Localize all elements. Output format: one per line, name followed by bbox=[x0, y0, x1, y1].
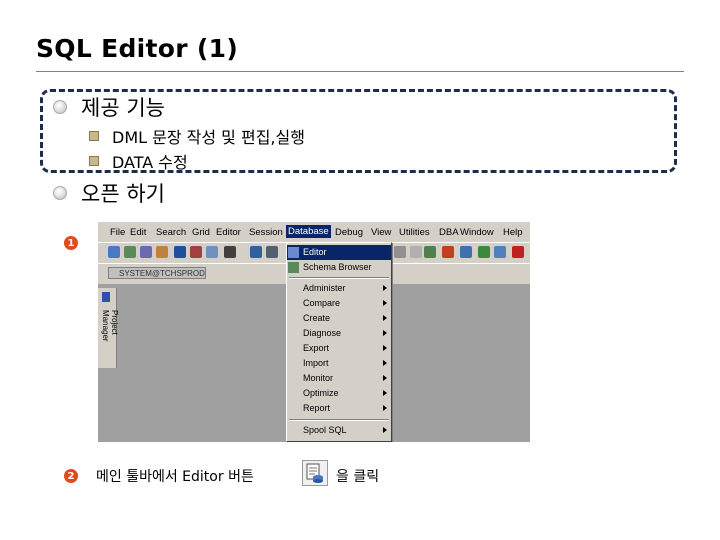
database-menu: Editor Schema Browser Administer Compare… bbox=[286, 242, 392, 442]
menu-separator bbox=[289, 419, 389, 421]
menu-item-create[interactable]: Create bbox=[287, 311, 391, 326]
sql-editor-icon[interactable] bbox=[108, 246, 120, 258]
submenu-arrow-icon bbox=[383, 390, 387, 396]
menu-item-label: Compare bbox=[303, 298, 341, 308]
menu-item-label: Editor bbox=[303, 247, 327, 257]
db-icon[interactable] bbox=[478, 246, 490, 258]
sub-bullet-data-text: DATA 수정 bbox=[112, 153, 188, 172]
editor-icon bbox=[288, 247, 299, 258]
submenu-arrow-icon bbox=[383, 345, 387, 351]
submenu-arrow-icon bbox=[383, 330, 387, 336]
menu-dba[interactable]: DBA bbox=[439, 227, 459, 238]
menu-help[interactable]: Help bbox=[503, 227, 523, 238]
menu-item-optimize[interactable]: Optimize bbox=[287, 386, 391, 401]
menu-item-compare[interactable]: Compare bbox=[287, 296, 391, 311]
bullet-features-text: 제공 기능 bbox=[81, 96, 165, 120]
menu-edit[interactable]: Edit bbox=[130, 227, 146, 238]
rollback-icon[interactable] bbox=[460, 246, 472, 258]
menu-utilities[interactable]: Utilities bbox=[399, 227, 430, 238]
sub-bullet-dml-text: DML 문장 작성 및 편집,실행 bbox=[112, 128, 305, 147]
db-icon[interactable] bbox=[494, 246, 506, 258]
monitor-icon[interactable] bbox=[250, 246, 262, 258]
menu-item-label: Diagnose bbox=[303, 328, 342, 338]
menu-item-schema-browser[interactable]: Schema Browser bbox=[287, 260, 391, 275]
menu-item-diagnose[interactable]: Diagnose bbox=[287, 326, 391, 341]
menu-grid[interactable]: Grid bbox=[192, 227, 210, 238]
explain-plan-icon[interactable] bbox=[206, 246, 218, 258]
bullet-open-text: 오픈 하기 bbox=[81, 182, 165, 206]
menu-item-report[interactable]: Report bbox=[287, 401, 391, 416]
submenu-arrow-icon bbox=[383, 427, 387, 433]
sub-bullet-data: DATA 수정 bbox=[89, 149, 188, 173]
bullet-features: 제공 기능 bbox=[53, 92, 165, 122]
menu-search[interactable]: Search bbox=[156, 227, 186, 238]
menu-editor[interactable]: Editor bbox=[216, 227, 241, 238]
report-icon[interactable] bbox=[266, 246, 278, 258]
menu-item-label: Optimize bbox=[303, 388, 339, 398]
menu-item-label: Monitor bbox=[303, 373, 334, 383]
step-1-badge: 1 bbox=[64, 236, 78, 250]
menu-item-label: Import bbox=[303, 358, 329, 368]
sub-bullet-dml: DML 문장 작성 및 편집,실행 bbox=[89, 124, 305, 148]
sub-bullet-icon bbox=[89, 131, 99, 141]
menu-item-editor[interactable]: Editor bbox=[287, 245, 391, 260]
bullet-open: 오픈 하기 bbox=[53, 178, 165, 208]
sql-editor-icon bbox=[306, 463, 323, 483]
submenu-arrow-icon bbox=[383, 360, 387, 366]
menu-item-label: Report bbox=[303, 403, 331, 413]
submenu-arrow-icon bbox=[383, 315, 387, 321]
submenu-arrow-icon bbox=[383, 285, 387, 291]
session-browser-icon[interactable] bbox=[140, 246, 152, 258]
menu-item-export[interactable]: Export bbox=[287, 341, 391, 356]
menu-window[interactable]: Window bbox=[460, 227, 494, 238]
schema-browser-icon[interactable] bbox=[124, 246, 136, 258]
procedure-editor-icon[interactable] bbox=[156, 246, 168, 258]
menu-debug[interactable]: Debug bbox=[335, 227, 363, 238]
query-builder-icon[interactable] bbox=[190, 246, 202, 258]
menu-bar: File Edit Search Grid Editor Session Dat… bbox=[98, 222, 530, 242]
disabled-icon[interactable] bbox=[410, 246, 422, 258]
connection-tab[interactable]: SYSTEM@TCHSPROD bbox=[108, 267, 206, 279]
bullet-icon bbox=[53, 100, 67, 114]
pin-icon[interactable] bbox=[102, 292, 110, 302]
submenu-arrow-icon bbox=[383, 405, 387, 411]
schema-icon[interactable] bbox=[424, 246, 436, 258]
schema-browser-icon bbox=[288, 262, 299, 273]
project-manager-tab[interactable]: Project Manager bbox=[98, 288, 119, 368]
project-manager-label: Project Manager bbox=[101, 310, 119, 342]
app-screenshot: File Edit Search Grid Editor Session Dat… bbox=[98, 222, 530, 442]
editor-button[interactable] bbox=[302, 460, 328, 486]
menu-item-label: Schema Browser bbox=[303, 262, 372, 272]
menu-item-import[interactable]: Import bbox=[287, 356, 391, 371]
cancel-icon[interactable] bbox=[512, 246, 524, 258]
menu-item-label: Export bbox=[303, 343, 330, 353]
step-2-text-end: 을 클릭 bbox=[336, 469, 380, 485]
step-2-badge: 2 bbox=[64, 469, 78, 483]
menu-session[interactable]: Session bbox=[249, 227, 283, 238]
navigator-icon[interactable] bbox=[174, 246, 186, 258]
submenu-arrow-icon bbox=[383, 300, 387, 306]
menu-separator bbox=[289, 277, 389, 279]
step-2-text: 메인 툴바에서 Editor 버튼 bbox=[96, 469, 254, 485]
commit-icon[interactable] bbox=[442, 246, 454, 258]
bullet-icon bbox=[53, 186, 67, 200]
menu-view[interactable]: View bbox=[371, 227, 391, 238]
menu-database[interactable]: Database bbox=[286, 225, 331, 238]
sub-bullet-icon bbox=[89, 156, 99, 166]
menu-file[interactable]: File bbox=[110, 227, 125, 238]
menu-item-label: Administer bbox=[303, 283, 346, 293]
menu-item-label: Spool SQL bbox=[303, 425, 347, 435]
menu-item-label: Create bbox=[303, 313, 331, 323]
submenu-arrow-icon bbox=[383, 375, 387, 381]
title-divider bbox=[36, 71, 684, 72]
disabled-icon[interactable] bbox=[394, 246, 406, 258]
menu-item-administer[interactable]: Administer bbox=[287, 281, 391, 296]
slide-title: SQL Editor (1) bbox=[36, 34, 239, 63]
menu-item-spool-sql[interactable]: Spool SQL bbox=[287, 423, 391, 438]
tool-icon[interactable] bbox=[224, 246, 236, 258]
menu-item-monitor[interactable]: Monitor bbox=[287, 371, 391, 386]
